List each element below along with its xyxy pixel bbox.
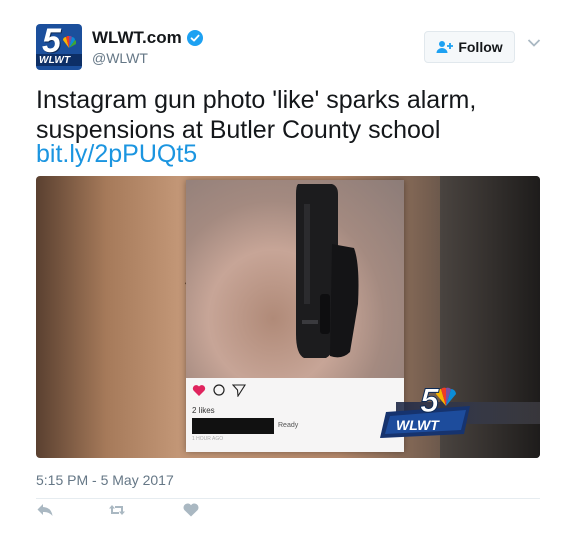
tweet-media-image[interactable]: 2 likes Ready 1 HOUR AGO 5 WLWT bbox=[36, 176, 540, 458]
tweet-text: Instagram gun photo 'like' sparks alarm,… bbox=[36, 86, 477, 144]
retweet-icon[interactable] bbox=[108, 502, 126, 518]
instagram-comment-icon bbox=[213, 384, 225, 396]
instagram-caption: Ready bbox=[278, 422, 299, 429]
avatar[interactable]: 5 WLWT bbox=[36, 24, 82, 70]
handgun-image bbox=[296, 184, 359, 358]
peacock-icon bbox=[63, 36, 76, 48]
follow-label: Follow bbox=[458, 39, 503, 55]
avatar-call-letters: WLWT bbox=[39, 55, 71, 66]
display-name[interactable]: WLWT.com bbox=[92, 28, 182, 48]
handle[interactable]: @WLWT bbox=[92, 50, 148, 66]
watermark-peacock-icon bbox=[436, 387, 456, 406]
watermark-number: 5 bbox=[420, 382, 440, 420]
instagram-icons bbox=[192, 384, 246, 397]
tweet-link[interactable]: bit.ly/2pPUQt5 bbox=[36, 140, 197, 169]
tweet-timestamp[interactable]: 5:15 PM - 5 May 2017 bbox=[36, 472, 174, 488]
reply-icon[interactable] bbox=[36, 502, 54, 518]
instagram-likes: 2 likes bbox=[192, 406, 215, 415]
add-person-icon bbox=[436, 41, 454, 53]
author-name-row: WLWT.com bbox=[92, 28, 203, 48]
instagram-photo bbox=[186, 180, 404, 378]
redaction-bar bbox=[192, 418, 274, 434]
divider bbox=[36, 498, 540, 499]
verified-badge-icon bbox=[186, 30, 203, 46]
chevron-down-icon[interactable] bbox=[527, 38, 541, 48]
wlwt-watermark-logo: 5 WLWT bbox=[380, 382, 470, 438]
watermark-letters: WLWT bbox=[396, 417, 440, 433]
instagram-heart-icon bbox=[192, 385, 206, 396]
instagram-share-icon bbox=[232, 384, 246, 397]
follow-button[interactable]: Follow bbox=[424, 31, 515, 63]
tweet-card: 5 WLWT WLWT.com @WLWT Follow Instagram g… bbox=[0, 0, 576, 546]
heart-icon[interactable] bbox=[182, 502, 200, 518]
instagram-time: 1 HOUR AGO bbox=[192, 436, 224, 442]
